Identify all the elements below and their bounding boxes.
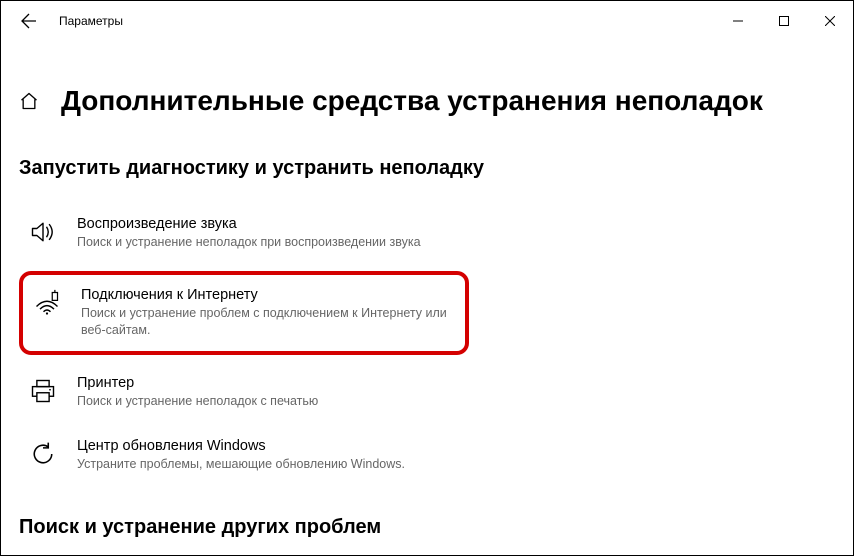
- troubleshooter-windows-update[interactable]: Центр обновления Windows Устраните пробл…: [19, 430, 469, 481]
- troubleshooter-printer-desc: Поиск и устранение неполадок с печатью: [77, 393, 318, 410]
- troubleshooter-audio-title: Воспроизведение звука: [77, 216, 421, 232]
- maximize-button[interactable]: [761, 5, 807, 37]
- troubleshooter-internet-desc: Поиск и устранение проблем с подключение…: [81, 305, 451, 339]
- content-area: Дополнительные средства устранения непол…: [1, 41, 853, 539]
- troubleshooter-update-title: Центр обновления Windows: [77, 438, 405, 454]
- troubleshooter-internet-text: Подключения к Интернету Поиск и устранен…: [81, 287, 451, 339]
- window-title: Параметры: [59, 14, 123, 28]
- troubleshooter-printer-title: Принтер: [77, 375, 318, 391]
- troubleshooter-printer-text: Принтер Поиск и устранение неполадок с п…: [77, 375, 318, 410]
- printer-icon: [29, 377, 57, 405]
- arrow-left-icon: [21, 13, 37, 29]
- close-icon: [825, 16, 835, 26]
- section-title-run: Запустить диагностику и устранить непола…: [19, 157, 835, 180]
- troubleshooter-internet[interactable]: Подключения к Интернету Поиск и устранен…: [19, 271, 469, 355]
- troubleshooter-audio-desc: Поиск и устранение неполадок при воспрои…: [77, 234, 421, 251]
- window-controls: [715, 5, 853, 37]
- home-icon: [19, 91, 39, 111]
- troubleshooter-audio-text: Воспроизведение звука Поиск и устранение…: [77, 216, 421, 251]
- speaker-icon: [29, 218, 57, 246]
- troubleshooter-printer[interactable]: Принтер Поиск и устранение неполадок с п…: [19, 367, 469, 418]
- troubleshooter-update-desc: Устраните проблемы, мешающие обновлению …: [77, 456, 405, 473]
- maximize-icon: [779, 16, 789, 26]
- page-heading: Дополнительные средства устранения непол…: [19, 85, 835, 117]
- page-title: Дополнительные средства устранения непол…: [61, 85, 763, 117]
- troubleshooter-internet-title: Подключения к Интернету: [81, 287, 451, 303]
- minimize-icon: [733, 16, 743, 26]
- titlebar: Параметры: [1, 1, 853, 41]
- back-button[interactable]: [13, 5, 45, 37]
- refresh-icon: [29, 440, 57, 468]
- home-button[interactable]: [19, 91, 39, 111]
- minimize-button[interactable]: [715, 5, 761, 37]
- troubleshooter-audio[interactable]: Воспроизведение звука Поиск и устранение…: [19, 208, 469, 259]
- section-title-other: Поиск и устранение других проблем: [19, 516, 835, 539]
- wifi-icon: [33, 289, 61, 317]
- close-button[interactable]: [807, 5, 853, 37]
- troubleshooter-update-text: Центр обновления Windows Устраните пробл…: [77, 438, 405, 473]
